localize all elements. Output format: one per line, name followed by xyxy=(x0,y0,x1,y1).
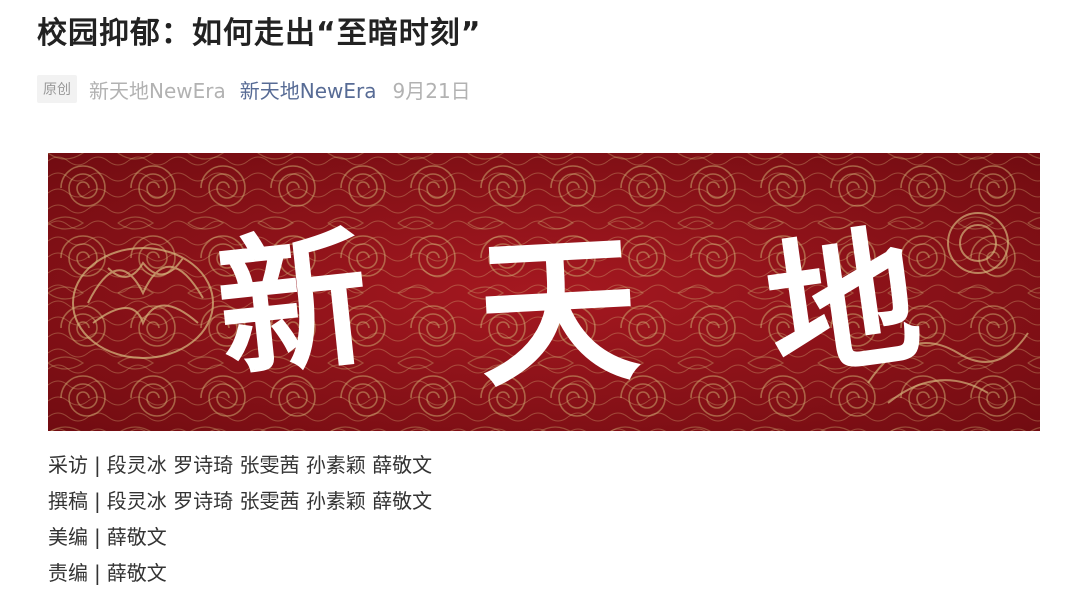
credit-line-writing: 撰稿 | 段灵冰 罗诗琦 张雯茜 孙素颖 薛敬文 xyxy=(48,483,432,519)
credit-line-interview: 采访 | 段灵冰 罗诗琦 张雯茜 孙素颖 薛敬文 xyxy=(48,447,432,483)
calligraphy-char-1: 新 xyxy=(209,209,377,400)
credit-role: 责编 xyxy=(48,561,88,585)
credit-separator: | xyxy=(94,525,101,549)
banner-graphic: 新 天 地 xyxy=(48,153,1040,431)
credit-separator: | xyxy=(94,453,101,477)
credit-separator: | xyxy=(94,561,101,585)
credit-separator: | xyxy=(94,489,101,513)
account-link[interactable]: 新天地NewEra xyxy=(240,75,377,104)
credit-role: 美编 xyxy=(48,525,88,549)
article-meta: 原创 新天地NewEra 新天地NewEra 9月21日 xyxy=(37,73,471,105)
credit-names: 段灵冰 罗诗琦 张雯茜 孙素颖 薛敬文 xyxy=(106,453,433,477)
calligraphy-char-2: 天 xyxy=(474,214,644,410)
credit-line-design: 美编 | 薛敬文 xyxy=(48,519,432,555)
banner-image: 新 天 地 xyxy=(48,153,1040,431)
author-name: 新天地NewEra xyxy=(89,78,226,103)
article-title: 校园抑郁：如何走出“至暗时刻” xyxy=(37,16,482,51)
credit-role: 撰稿 xyxy=(48,489,88,513)
publish-date: 9月21日 xyxy=(392,78,471,103)
credit-names: 薛敬文 xyxy=(106,561,167,585)
credit-names: 段灵冰 罗诗琦 张雯茜 孙素颖 薛敬文 xyxy=(106,489,433,513)
credit-line-editor: 责编 | 薛敬文 xyxy=(48,555,432,591)
credit-role: 采访 xyxy=(48,453,88,477)
credit-names: 薛敬文 xyxy=(106,525,167,549)
calligraphy-char-3: 地 xyxy=(757,208,930,403)
original-badge: 原创 xyxy=(37,75,77,103)
credits-block: 采访 | 段灵冰 罗诗琦 张雯茜 孙素颖 薛敬文 撰稿 | 段灵冰 罗诗琦 张雯茜 孙素… xyxy=(48,447,432,591)
